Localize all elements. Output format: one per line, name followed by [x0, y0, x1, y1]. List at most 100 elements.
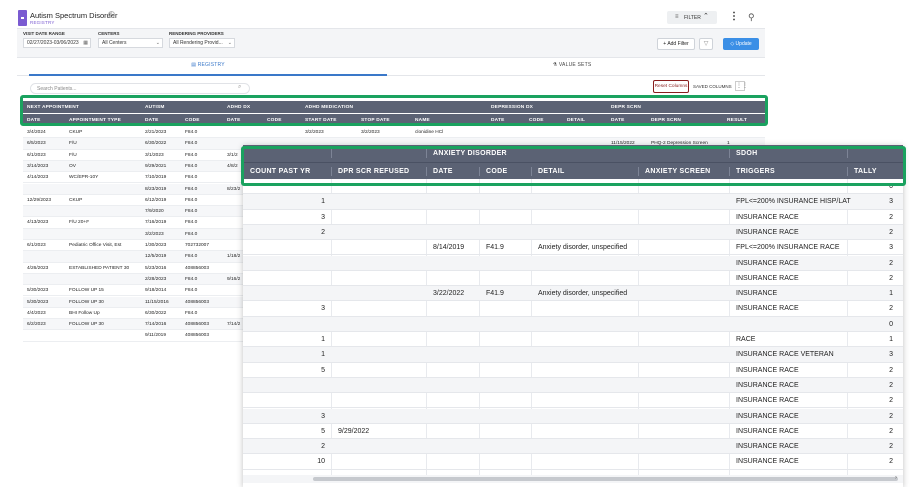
table-row[interactable]: INSURANCE RACE 2	[243, 377, 903, 394]
table-row[interactable]: 8/14/2019 F41.9 Anxiety disorder, unspecif…	[243, 240, 903, 256]
table-cell: 2	[889, 274, 893, 282]
table-cell: 408856003	[185, 265, 210, 271]
search-patients-input[interactable]	[30, 83, 250, 94]
table-cell: Pediatric Office Visit, Est	[69, 243, 122, 248]
table-cell: 3	[889, 244, 893, 252]
table-cell: 3	[321, 305, 325, 313]
table-cell: F84.0	[185, 163, 198, 169]
filter-toggle-button[interactable]: ≡ FILTER ⌃	[667, 11, 717, 24]
reset-columns-button[interactable]: Reset Columns	[653, 80, 689, 93]
table-cell: 3	[321, 213, 325, 221]
table-cell: 2	[889, 366, 893, 374]
table-cell: F41.9	[486, 244, 504, 252]
table-row[interactable]: 2 INSURANCE RACE 2	[243, 439, 903, 455]
table-row[interactable]: INSURANCE RACE 2	[243, 255, 903, 271]
pin-icon[interactable]: ⚲	[748, 12, 755, 23]
scrollbar-thumb[interactable]	[313, 477, 898, 481]
table-cell: 2	[889, 412, 893, 420]
table-cell: 3/2/2023	[305, 130, 324, 135]
table-cell: FOLLOW UP 30	[69, 299, 104, 305]
table-row[interactable]: 1 FPL<=200% INSURANCE HISP/LAT 3	[243, 194, 903, 210]
table-cell: 2/28/2023	[145, 276, 167, 282]
table-cell: 6/12/2019	[145, 197, 167, 203]
calendar-icon: ▦	[83, 40, 88, 46]
table-cell: 9/29/2022	[338, 427, 370, 435]
table-cell: 1	[321, 351, 325, 359]
table-cell: 3/2/2023	[361, 130, 380, 135]
table-cell: INSURANCE RACE	[736, 412, 799, 420]
table-cell: RACE	[736, 336, 756, 343]
zoomed-grid-panel: ANXIETY DISORDER SDOH COUNT PAST YR DPR …	[243, 145, 903, 487]
table-cell: 2	[889, 427, 893, 435]
table-cell: 1	[321, 198, 325, 206]
table-cell: FOLLOW UP 15	[69, 288, 104, 294]
table-cell: 7/10/2019	[145, 175, 167, 181]
visit-date-range-field[interactable]: 02/27/2023-03/06/2023 ▦	[23, 38, 91, 48]
table-cell: 2	[889, 228, 893, 236]
table-row[interactable]: INSURANCE RACE 2	[243, 271, 903, 287]
table-cell: 2	[889, 443, 893, 451]
table-cell: 6/1/2023	[27, 152, 46, 158]
rendering-providers-select[interactable]: All Rendering Provid... ⌄	[169, 38, 235, 48]
table-row[interactable]: INSURANCE RACE 2	[243, 393, 903, 409]
table-row[interactable]: 2 INSURANCE RACE 2	[243, 224, 903, 241]
table-row[interactable]: 0	[243, 316, 903, 332]
table-row[interactable]: 3 INSURANCE RACE 2	[243, 210, 903, 225]
update-button[interactable]: ◇ Update	[723, 38, 759, 50]
table-row[interactable]: 3/22/2022 F41.9 Anxiety disorder, unspecif…	[243, 286, 903, 302]
table-row[interactable]: 5 9/29/2022 INSURANCE RACE 2	[243, 424, 903, 440]
table-cell: 9/18/2014	[145, 288, 167, 294]
columns-icon[interactable]: ⋮⋮	[735, 81, 748, 91]
funnel-icon[interactable]: ▽	[699, 38, 713, 50]
table-cell: INSURANCE RACE	[736, 458, 799, 466]
table-cell: 7/14/2016	[145, 322, 167, 328]
table-cell: 8/23/2	[227, 186, 241, 192]
table-cell: F84.0	[185, 231, 198, 237]
table-cell: 8/14/2019	[433, 244, 465, 252]
table-cell: 9/11/2019	[145, 333, 166, 339]
table-cell: F84.0	[185, 254, 198, 260]
add-filter-button[interactable]: + Add Filter	[657, 38, 695, 50]
table-cell: 2/21/2023	[145, 130, 167, 135]
table-row[interactable]: 3 INSURANCE RACE 2	[243, 301, 903, 317]
info-icon[interactable]: i	[108, 11, 115, 18]
scroll-right-icon[interactable]: ›	[895, 475, 897, 481]
table-cell: CKUP	[69, 197, 83, 203]
table-cell: WC/EPR-10Y	[69, 175, 99, 181]
table-row[interactable]: 3 INSURANCE RACE 2	[243, 408, 903, 424]
table-row[interactable]: 1 INSURANCE RACE VETERAN 3	[243, 347, 903, 363]
table-row[interactable]: 3/4/2024 CKUP 2/21/2023 F84.0 3/2/2023 3/2/20…	[23, 127, 765, 139]
table-cell: INSURANCE RACE VETERAN	[736, 351, 834, 359]
table-cell: F84.0	[185, 141, 198, 147]
tab-registry[interactable]: ▤ REGISTRY	[29, 62, 387, 76]
table-row[interactable]: 5 INSURANCE RACE 2	[243, 363, 903, 378]
table-cell: 6/30/2022	[145, 310, 167, 316]
table-cell: 2	[321, 228, 325, 236]
table-cell: 5/30/2023	[27, 299, 49, 305]
tab-value-sets[interactable]: ⚗ VALUE SETS	[387, 62, 757, 76]
screenshot-stage: Autism Spectrum Disorder i REGISTRY ≡ FI…	[0, 0, 918, 487]
table-cell: 408856003	[185, 299, 210, 305]
table-cell: F84.0	[185, 197, 198, 203]
table-cell: INSURANCE RACE	[736, 274, 799, 282]
table-row[interactable]: 10 INSURANCE RACE 2	[243, 454, 903, 470]
table-row[interactable]: 1 RACE 1	[243, 332, 903, 348]
table-cell: 3/4/2024	[27, 130, 46, 135]
highlight-box	[20, 95, 768, 126]
rendering-providers-value: All Rendering Provid...	[173, 40, 223, 46]
table-cell: INSURANCE RACE	[736, 397, 799, 405]
table-cell: 6/1/2023	[27, 243, 46, 248]
chevron-down-icon: ⌄	[227, 40, 232, 46]
table-cell: OV	[69, 163, 76, 169]
saved-columns-dropdown[interactable]: SAVED COLUMNS	[693, 84, 732, 89]
horizontal-scrollbar[interactable]: ›	[243, 475, 903, 483]
table-cell: 3	[321, 412, 325, 420]
centers-select[interactable]: All Centers ⌄	[98, 38, 163, 48]
table-cell: F84.0	[185, 310, 198, 316]
table-cell: 702732007	[185, 243, 210, 248]
table-cell: CKUP	[69, 130, 83, 135]
more-options-icon[interactable]: ⋮	[729, 12, 739, 22]
table-cell: FOLLOW UP 30	[69, 322, 104, 328]
table-cell: 1	[321, 336, 325, 343]
rendering-providers-label: RENDERING PROVIDERS	[169, 31, 224, 36]
